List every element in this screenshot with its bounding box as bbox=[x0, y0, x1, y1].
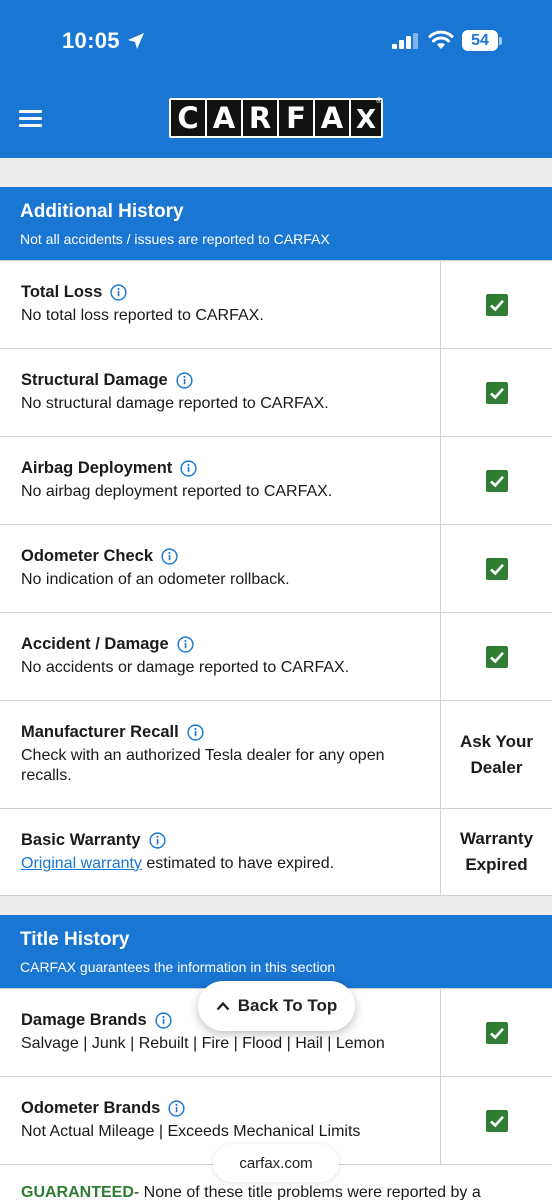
recall-status: Ask Your Dealer bbox=[441, 701, 552, 808]
info-icon[interactable] bbox=[180, 460, 197, 477]
location-arrow-icon bbox=[128, 33, 144, 49]
row-description: No accidents or damage reported to CARFA… bbox=[21, 659, 350, 676]
logo-letter: A bbox=[207, 100, 241, 136]
status-time: 10:05 bbox=[62, 28, 120, 53]
guaranteed-label: GUARANTEED bbox=[21, 1184, 134, 1200]
section-header: Additional History Not all accidents / i… bbox=[0, 187, 552, 260]
hamburger-menu-icon[interactable] bbox=[19, 108, 42, 128]
status-line: Ask Your bbox=[459, 731, 534, 751]
checkmark-icon bbox=[485, 381, 508, 404]
logo-letter: X bbox=[351, 100, 381, 136]
checkmark-icon bbox=[485, 1021, 508, 1044]
row-description: No structural damage reported to CARFAX. bbox=[21, 395, 329, 412]
back-to-top-label: Back To Top bbox=[237, 996, 338, 1015]
wifi-icon bbox=[428, 30, 454, 49]
history-row-structural-damage: Structural Damage No structural damage r… bbox=[0, 348, 552, 436]
info-icon[interactable] bbox=[176, 372, 193, 389]
row-description: Check with an authorized Tesla dealer fo… bbox=[21, 747, 385, 784]
history-row-airbag-deployment: Airbag Deployment No airbag deployment r… bbox=[0, 436, 552, 524]
status-line: Dealer bbox=[470, 757, 523, 777]
carfax-logo[interactable]: C A R F A X bbox=[169, 98, 383, 138]
browser-url-bar[interactable]: carfax.com bbox=[213, 1144, 339, 1182]
guaranteed-text: - None of these title problems were repo… bbox=[133, 1184, 481, 1200]
info-icon[interactable] bbox=[177, 636, 194, 653]
row-description: estimated to have expired. bbox=[141, 854, 335, 872]
history-row-basic-warranty: Basic Warranty Original warranty estimat… bbox=[0, 808, 552, 896]
history-row-odometer-check: Odometer Check No indication of an odome… bbox=[0, 524, 552, 612]
checkmark-icon bbox=[485, 293, 508, 316]
registered-mark: ® bbox=[376, 96, 382, 105]
row-description: Salvage | Junk | Rebuilt | Fire | Flood … bbox=[21, 1035, 385, 1052]
history-row-total-loss: Total Loss No total loss reported to CAR… bbox=[0, 260, 552, 348]
checkmark-icon bbox=[485, 557, 508, 580]
logo-letter: R bbox=[243, 100, 277, 136]
checkmark-icon bbox=[485, 1109, 508, 1132]
logo-letter: F bbox=[279, 100, 313, 136]
info-icon[interactable] bbox=[161, 548, 178, 565]
info-icon[interactable] bbox=[155, 1012, 172, 1029]
cellular-signal-icon bbox=[392, 33, 418, 49]
history-row-manufacturer-recall: Manufacturer Recall Check with an author… bbox=[0, 700, 552, 808]
info-icon[interactable] bbox=[110, 284, 127, 301]
section-title: Additional History bbox=[20, 201, 184, 222]
section-subtitle: CARFAX guarantees the information in thi… bbox=[20, 959, 336, 975]
info-icon[interactable] bbox=[168, 1100, 185, 1117]
row-title: Damage Brands bbox=[21, 1011, 147, 1029]
history-row-accident-damage: Accident / Damage No accidents or damage… bbox=[0, 612, 552, 700]
additional-history-section: Additional History Not all accidents / i… bbox=[0, 187, 552, 896]
status-line: Expired bbox=[465, 855, 528, 874]
row-description: No indication of an odometer rollback. bbox=[21, 571, 290, 588]
logo-letter: C bbox=[171, 100, 205, 136]
chevron-up-icon bbox=[216, 1001, 230, 1011]
section-header: Title History CARFAX guarantees the info… bbox=[0, 915, 552, 988]
info-icon[interactable] bbox=[187, 724, 204, 741]
row-title: Odometer Check bbox=[21, 547, 154, 565]
row-description: Not Actual Mileage | Exceeds Mechanical … bbox=[21, 1123, 361, 1140]
original-warranty-link[interactable]: Original warranty bbox=[21, 855, 142, 872]
battery-cap bbox=[499, 37, 502, 45]
logo-letter: A bbox=[315, 100, 349, 136]
row-title: Manufacturer Recall bbox=[21, 723, 179, 741]
row-title: Structural Damage bbox=[21, 371, 168, 389]
row-title: Odometer Brands bbox=[21, 1099, 161, 1117]
section-subtitle: Not all accidents / issues are reported … bbox=[20, 231, 330, 247]
warranty-status: Warranty Expired bbox=[441, 809, 552, 895]
checkmark-icon bbox=[485, 645, 508, 668]
app-header: 10:05 54 C A R F A X ® bbox=[0, 0, 552, 158]
row-description: No total loss reported to CARFAX. bbox=[21, 307, 264, 324]
row-title: Airbag Deployment bbox=[21, 459, 173, 477]
row-title: Total Loss bbox=[21, 283, 103, 301]
row-description: No airbag deployment reported to CARFAX. bbox=[21, 483, 333, 500]
section-title: Title History bbox=[20, 929, 130, 950]
row-title: Basic Warranty bbox=[21, 830, 141, 849]
checkmark-icon bbox=[485, 469, 508, 492]
battery-icon: 54 bbox=[462, 30, 498, 51]
url-text: carfax.com bbox=[239, 1154, 313, 1172]
back-to-top-button[interactable]: Back To Top bbox=[198, 981, 355, 1031]
info-icon[interactable] bbox=[148, 831, 166, 849]
row-title: Accident / Damage bbox=[21, 635, 169, 653]
status-line: Warranty bbox=[459, 829, 534, 848]
